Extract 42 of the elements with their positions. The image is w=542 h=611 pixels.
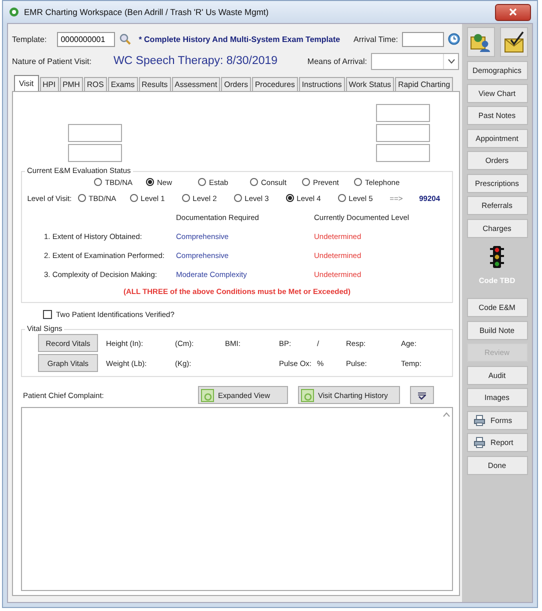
radio-button[interactable] bbox=[198, 178, 206, 186]
radio-button[interactable] bbox=[286, 194, 294, 202]
radio-button[interactable] bbox=[130, 194, 138, 202]
template-field[interactable]: 0000000001 bbox=[56, 32, 115, 46]
toolbar-button[interactable] bbox=[500, 27, 528, 57]
traffic-light-icon bbox=[490, 246, 504, 268]
close-icon bbox=[509, 8, 517, 16]
text-field[interactable] bbox=[68, 124, 122, 142]
nature-label: Nature of Patient Visit: bbox=[12, 56, 92, 66]
arrival-time-field[interactable] bbox=[402, 32, 444, 46]
printer-icon bbox=[474, 414, 484, 426]
clock-icon[interactable] bbox=[448, 33, 460, 45]
spell-check-button[interactable] bbox=[410, 386, 434, 404]
checkbox[interactable] bbox=[43, 310, 52, 318]
radio-button[interactable] bbox=[354, 178, 362, 186]
search-icon[interactable] bbox=[118, 33, 131, 45]
radio-button[interactable] bbox=[234, 194, 242, 202]
people-icon bbox=[470, 31, 492, 53]
text-field[interactable] bbox=[376, 124, 430, 142]
scroll-up-icon bbox=[442, 412, 450, 416]
spell-check-icon bbox=[417, 390, 427, 400]
chevron-down-icon bbox=[448, 58, 454, 64]
template-name: * Complete History And Multi-System Exam Template bbox=[138, 34, 340, 44]
radio-button[interactable] bbox=[302, 178, 310, 186]
envelope-check-icon bbox=[502, 31, 524, 53]
arrival-time-label: Arrival Time: bbox=[354, 34, 398, 44]
nature-of-visit: WC Speech Therapy: 8/30/2019 bbox=[113, 55, 278, 67]
radio-button[interactable] bbox=[338, 194, 346, 202]
radio-button[interactable] bbox=[78, 194, 86, 202]
text-field[interactable] bbox=[68, 144, 122, 162]
printer-icon bbox=[474, 437, 484, 448]
radio-button[interactable] bbox=[182, 194, 190, 202]
template-label: Template: bbox=[12, 34, 47, 44]
radio-button[interactable] bbox=[250, 178, 258, 186]
window-title: EMR Charting Workspace (Ben Adrill / Trash 'R' Us Waste Mgmt) bbox=[24, 7, 270, 17]
radio-button[interactable] bbox=[94, 178, 102, 186]
text-field[interactable] bbox=[376, 104, 430, 122]
means-of-arrival-label: Means of Arrival: bbox=[307, 56, 367, 66]
app-icon bbox=[9, 7, 19, 17]
close-button[interactable] bbox=[495, 4, 531, 20]
text-field[interactable] bbox=[376, 144, 430, 162]
radio-button[interactable] bbox=[146, 178, 154, 186]
